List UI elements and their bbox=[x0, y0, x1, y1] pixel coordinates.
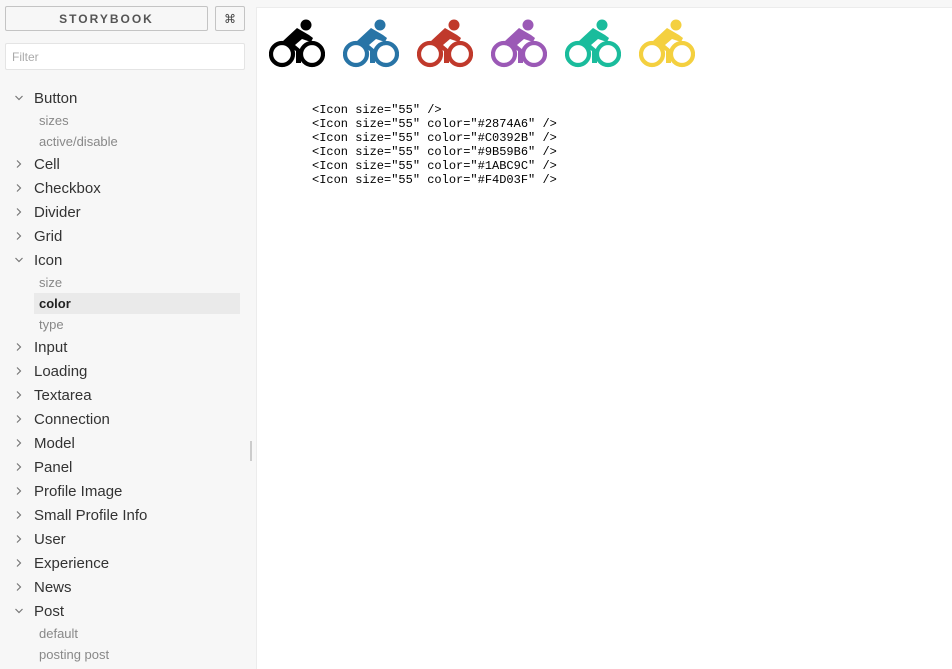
story-item-size[interactable]: size bbox=[34, 272, 240, 293]
command-icon: ⌘ bbox=[224, 11, 236, 26]
storybook-brand-button[interactable]: STORYBOOK bbox=[5, 6, 208, 31]
tree-node-post[interactable]: Post bbox=[0, 599, 250, 623]
keyboard-shortcuts-button[interactable]: ⌘ bbox=[215, 6, 245, 31]
story-item-label: default bbox=[39, 626, 79, 641]
code-sample: <Icon size="55" /> <Icon size="55" color=… bbox=[312, 103, 557, 187]
tree-node-cell[interactable]: Cell bbox=[0, 152, 250, 176]
bicycle-icon bbox=[269, 19, 325, 68]
chevron-down-icon bbox=[15, 95, 23, 101]
tree-node-label: Divider bbox=[34, 203, 81, 221]
story-item-default[interactable]: default bbox=[34, 623, 240, 644]
chevron-right-icon bbox=[16, 343, 22, 351]
tree-node-panel[interactable]: Panel bbox=[0, 455, 250, 479]
chevron-right-icon bbox=[16, 583, 22, 591]
chevron-down-icon bbox=[15, 257, 23, 263]
sidebar-resize-handle[interactable] bbox=[250, 441, 252, 461]
bicycle-icon bbox=[639, 19, 695, 68]
bicycle-icon bbox=[565, 19, 621, 68]
story-item-label: sizes bbox=[39, 113, 69, 128]
sidebar: STORYBOOK ⌘ Button sizes active/disable Cel… bbox=[0, 0, 250, 669]
bicycle-icon bbox=[417, 19, 473, 68]
tree-node-profile-image[interactable]: Profile Image bbox=[0, 479, 250, 503]
tree-node-input[interactable]: Input bbox=[0, 335, 250, 359]
story-item-color[interactable]: color bbox=[34, 293, 240, 314]
tree-node-button[interactable]: Button bbox=[0, 86, 250, 110]
tree-node-label: Loading bbox=[34, 362, 88, 380]
tree-node-label: Experience bbox=[34, 554, 110, 572]
tree-node-icon[interactable]: Icon bbox=[0, 248, 250, 272]
tree-node-checkbox[interactable]: Checkbox bbox=[0, 176, 250, 200]
filter-input[interactable] bbox=[5, 43, 245, 70]
chevron-right-icon bbox=[16, 463, 22, 471]
story-item-label: posting post bbox=[39, 647, 110, 662]
chevron-right-icon bbox=[16, 559, 22, 567]
preview-panel: <Icon size="55" /> <Icon size="55" color=… bbox=[256, 7, 952, 669]
tree-node-label: News bbox=[34, 578, 72, 596]
tree-node-label: Small Profile Info bbox=[34, 506, 148, 524]
tree-node-label: Panel bbox=[34, 458, 73, 476]
chevron-down-icon bbox=[15, 608, 23, 614]
code-line: <Icon size="55" /> bbox=[312, 103, 442, 117]
tree-node-label: Input bbox=[34, 338, 68, 356]
story-item-label: color bbox=[39, 296, 71, 311]
story-item-active-disable[interactable]: active/disable bbox=[34, 131, 240, 152]
chevron-right-icon bbox=[16, 184, 22, 192]
tree-node-label: Post bbox=[34, 602, 65, 620]
story-tree: Button sizes active/disable Cell Checkbox Div… bbox=[0, 86, 250, 665]
icon-row bbox=[269, 17, 713, 69]
chevron-right-icon bbox=[16, 415, 22, 423]
tree-node-label: Checkbox bbox=[34, 179, 101, 197]
story-item-type[interactable]: type bbox=[34, 314, 240, 335]
chevron-right-icon bbox=[16, 487, 22, 495]
chevron-right-icon bbox=[16, 208, 22, 216]
code-line: <Icon size="55" color="#2874A6" /> bbox=[312, 117, 557, 131]
chevron-right-icon bbox=[16, 367, 22, 375]
tree-node-connection[interactable]: Connection bbox=[0, 407, 250, 431]
story-item-label: size bbox=[39, 275, 63, 290]
code-line: <Icon size="55" color="#C0392B" /> bbox=[312, 131, 557, 145]
tree-node-divider[interactable]: Divider bbox=[0, 200, 250, 224]
tree-node-label: Icon bbox=[34, 251, 63, 269]
story-item-label: active/disable bbox=[39, 134, 118, 149]
bicycle-icon bbox=[491, 19, 547, 68]
tree-node-news[interactable]: News bbox=[0, 575, 250, 599]
chevron-right-icon bbox=[16, 439, 22, 447]
chevron-right-icon bbox=[16, 535, 22, 543]
code-line: <Icon size="55" color="#1ABC9C" /> bbox=[312, 159, 557, 173]
tree-node-textarea[interactable]: Textarea bbox=[0, 383, 250, 407]
tree-node-label: Profile Image bbox=[34, 482, 123, 500]
tree-node-grid[interactable]: Grid bbox=[0, 224, 250, 248]
tree-node-label: Cell bbox=[34, 155, 60, 173]
chevron-right-icon bbox=[16, 160, 22, 168]
tree-node-small-profile-info[interactable]: Small Profile Info bbox=[0, 503, 250, 527]
tree-node-user[interactable]: User bbox=[0, 527, 250, 551]
code-line: <Icon size="55" color="#F4D03F" /> bbox=[312, 173, 557, 187]
chevron-right-icon bbox=[16, 511, 22, 519]
tree-node-label: Connection bbox=[34, 410, 110, 428]
tree-node-label: Model bbox=[34, 434, 75, 452]
chevron-right-icon bbox=[16, 391, 22, 399]
tree-node-label: Textarea bbox=[34, 386, 92, 404]
tree-node-label: Grid bbox=[34, 227, 63, 245]
story-item-sizes[interactable]: sizes bbox=[34, 110, 240, 131]
code-line: <Icon size="55" color="#9B59B6" /> bbox=[312, 145, 557, 159]
tree-node-model[interactable]: Model bbox=[0, 431, 250, 455]
story-item-label: type bbox=[39, 317, 64, 332]
chevron-right-icon bbox=[16, 232, 22, 240]
tree-node-label: User bbox=[34, 530, 66, 548]
bicycle-icon bbox=[343, 19, 399, 68]
story-item-posting-post[interactable]: posting post bbox=[34, 644, 240, 665]
tree-node-experience[interactable]: Experience bbox=[0, 551, 250, 575]
tree-node-loading[interactable]: Loading bbox=[0, 359, 250, 383]
tree-node-label: Button bbox=[34, 89, 78, 107]
